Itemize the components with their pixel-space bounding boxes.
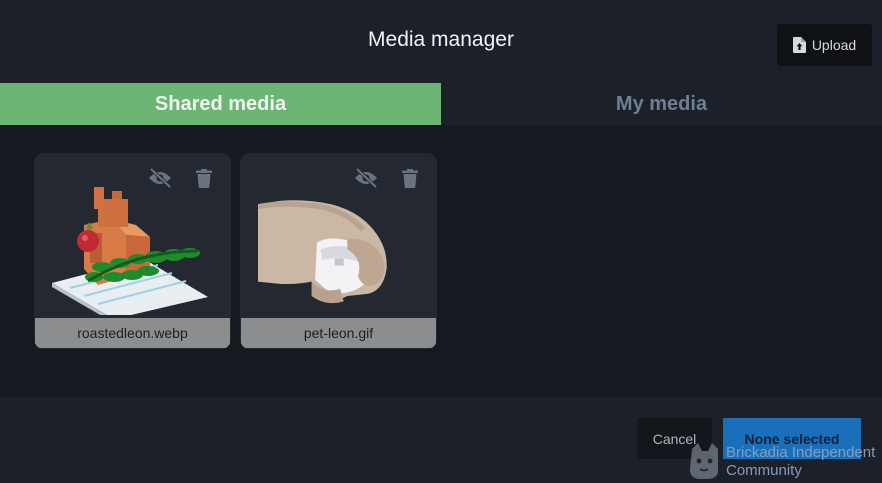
tab-shared-media[interactable]: Shared media bbox=[0, 83, 441, 125]
modal-footer: Cancel None selected Brickadia Independe… bbox=[0, 397, 882, 483]
modal-header: Media manager Upload bbox=[0, 0, 882, 83]
media-filename: pet-leon.gif bbox=[241, 318, 436, 348]
roastedleon-thumbnail bbox=[52, 187, 208, 315]
media-card[interactable]: pet-leon.gif bbox=[240, 153, 437, 349]
media-filename: roastedleon.webp bbox=[35, 318, 230, 348]
page-title: Media manager bbox=[368, 28, 514, 51]
trash-icon[interactable] bbox=[397, 167, 423, 189]
upload-button[interactable]: Upload bbox=[777, 24, 872, 66]
media-card[interactable]: roastedleon.webp bbox=[34, 153, 231, 349]
file-upload-icon bbox=[792, 37, 806, 53]
pet-leon-thumbnail bbox=[258, 200, 387, 304]
media-tabs: Shared media My media bbox=[0, 83, 882, 125]
select-button[interactable]: None selected bbox=[723, 418, 861, 459]
tab-my-media[interactable]: My media bbox=[441, 83, 882, 125]
upload-label: Upload bbox=[811, 37, 857, 53]
media-grid: roastedleon.webp pet-leon.gif bbox=[0, 125, 882, 397]
eye-off-icon[interactable] bbox=[353, 167, 379, 189]
cancel-button[interactable]: Cancel bbox=[637, 418, 712, 459]
watermark-line2: Community bbox=[726, 462, 802, 479]
